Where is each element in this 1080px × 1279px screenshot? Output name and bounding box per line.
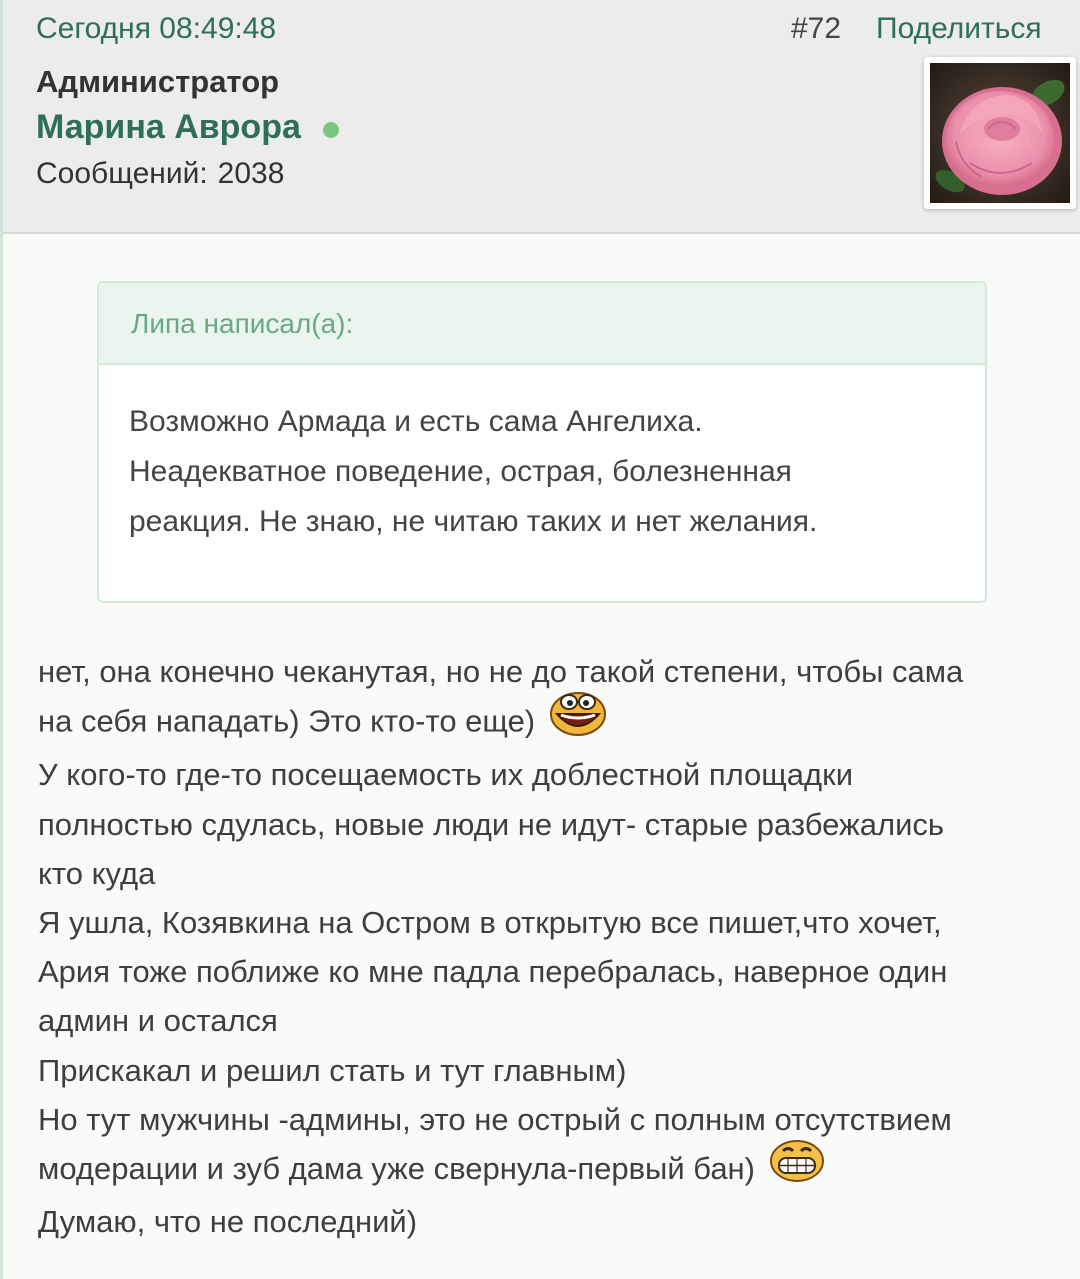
message-line: полностью сдулась, новые люди не идут- с… [38, 800, 1048, 849]
message-line-text: модерации и зуб дама уже свернула-первый… [38, 1151, 755, 1187]
message-line-text: админ и остался [38, 1003, 278, 1039]
message-line: на себя нападать) Это кто-то еще) [38, 692, 1048, 750]
message-line-text: Прискакал и решил стать и тут главным) [38, 1052, 627, 1088]
quote-line: реакция. Не знаю, не читаю таких и нет ж… [129, 505, 818, 538]
quote-line: Возможно Армада и есть сама Ангелиха. [129, 405, 703, 438]
message-line: Ария тоже поближе ко мне падла перебрала… [38, 947, 1048, 996]
message-line: Я ушла, Козявкина на Остром в открытую в… [38, 898, 1048, 947]
post-number[interactable]: #72 [791, 12, 841, 46]
post-date[interactable]: Сегодня 08:49:48 [36, 12, 276, 46]
message-line: Прискакал и решил стать и тут главным) [38, 1046, 1048, 1095]
laughing-smiley-icon [549, 690, 607, 750]
message-line: админ и остался [38, 996, 1048, 1045]
forum-post: Сегодня 08:49:48 #72 Поделиться Админист… [0, 0, 1080, 1279]
message-body: нет, она конечно чеканутая, но не до так… [38, 647, 1048, 1246]
message-line-text: Ария тоже поближе ко мне падла перебрала… [38, 954, 948, 990]
posts-count: Сообщений: 2038 [36, 157, 284, 191]
message-line-text: Думаю, что не последний) [38, 1203, 418, 1239]
posts-count-label: Сообщений: [36, 157, 208, 190]
message-line-text: на себя нападать) Это кто-то еще) [38, 703, 536, 739]
message-line-text: полностью сдулась, новые люди не идут- с… [38, 806, 945, 842]
user-name-row: Марина Аврора [36, 108, 339, 147]
quote-line: Неадекватное поведение, острая, болезнен… [129, 455, 792, 488]
user-name[interactable]: Марина Аврора [36, 108, 301, 147]
user-group: Администратор [36, 64, 280, 99]
user-avatar[interactable] [924, 57, 1076, 209]
pink-rose-avatar-icon [930, 63, 1070, 203]
message-line-text: У кого-то где-то посещаемость их доблест… [38, 757, 854, 793]
online-status-icon [322, 121, 339, 138]
message-line-text: Но тут мужчины -админы, это не острый с … [38, 1101, 952, 1137]
message-line: кто куда [38, 849, 1048, 898]
quote-author: Липа написал(а): [99, 283, 985, 365]
message-line: нет, она конечно чеканутая, но не до так… [38, 647, 1048, 696]
quote-block: Липа написал(а): Возможно Армада и есть … [97, 281, 987, 603]
share-link[interactable]: Поделиться [876, 12, 1042, 46]
message-line: Но тут мужчины -админы, это не острый с … [38, 1095, 1048, 1144]
post-header: Сегодня 08:49:48 #72 Поделиться Админист… [3, 0, 1080, 234]
posts-count-value: 2038 [217, 157, 285, 190]
message-line-text: кто куда [38, 855, 156, 891]
message-line: У кого-то где-то посещаемость их доблест… [38, 750, 1048, 799]
message-line: Думаю, что не последний) [38, 1197, 1048, 1246]
message-line-text: Я ушла, Козявкина на Остром в открытую в… [38, 905, 942, 941]
message-line-text: нет, она конечно чеканутая, но не до так… [38, 654, 964, 689]
quote-text: Возможно Армада и есть сама Ангелиха. Не… [99, 365, 985, 547]
message-line: модерации и зуб дама уже свернула-первый… [38, 1139, 1048, 1197]
grinning-smiley-icon [769, 1139, 825, 1197]
